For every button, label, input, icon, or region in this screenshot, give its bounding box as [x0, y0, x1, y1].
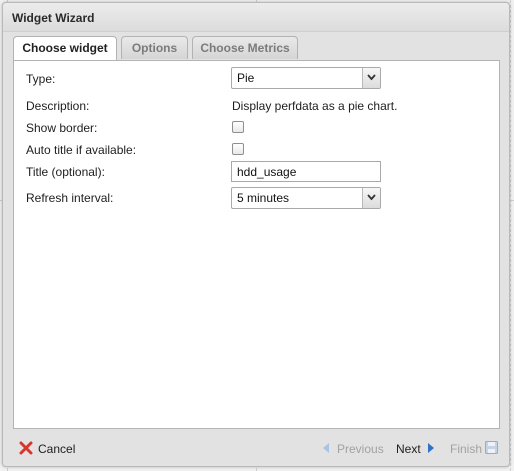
description-label: Description:: [26, 99, 90, 113]
dialog-footer: Cancel Previous Next Finish: [3, 431, 509, 466]
tab-options[interactable]: Options: [121, 36, 188, 59]
description-value: Display perfdata as a pie chart.: [232, 99, 398, 113]
widget-wizard-dialog: Widget Wizard Choose widget Options Choo…: [2, 2, 510, 467]
dialog-title: Widget Wizard: [12, 11, 95, 25]
cancel-label: Cancel: [38, 442, 76, 456]
next-button[interactable]: Next: [396, 440, 438, 458]
title-label: Title (optional):: [26, 165, 105, 179]
auto-title-label: Auto title if available:: [26, 143, 137, 157]
arrow-left-icon: [323, 443, 329, 453]
auto-title-checkbox[interactable]: [232, 143, 244, 155]
arrow-right-icon: [428, 443, 434, 453]
tab-choose-widget[interactable]: Choose widget: [13, 36, 117, 61]
previous-label: Previous: [337, 442, 384, 456]
finish-button[interactable]: Finish: [450, 440, 500, 458]
type-select[interactable]: Pie: [231, 67, 381, 89]
choose-widget-panel: Type: Pie Description: Display perfdata …: [13, 60, 500, 429]
cancel-button[interactable]: Cancel: [19, 440, 79, 458]
type-select-value: Pie: [237, 71, 255, 85]
title-input[interactable]: [231, 161, 381, 182]
previous-button[interactable]: Previous: [321, 440, 384, 458]
finish-label: Finish: [450, 442, 483, 456]
refresh-interval-label: Refresh interval:: [26, 191, 114, 205]
save-disk-icon: [485, 441, 498, 454]
tab-choose-metrics[interactable]: Choose Metrics: [192, 36, 298, 59]
close-icon: [19, 441, 33, 455]
background-grid-line: [510, 0, 511, 471]
type-label: Type:: [26, 72, 56, 86]
chevron-down-icon[interactable]: [362, 68, 380, 88]
show-border-label: Show border:: [26, 121, 98, 135]
refresh-interval-select[interactable]: 5 minutes: [231, 187, 381, 209]
tab-strip: Choose widget Options Choose Metrics: [13, 36, 499, 61]
refresh-interval-value: 5 minutes: [237, 191, 290, 205]
chevron-down-icon[interactable]: [362, 188, 380, 208]
dialog-titlebar[interactable]: Widget Wizard: [3, 3, 509, 32]
next-label: Next: [396, 442, 421, 456]
show-border-checkbox[interactable]: [232, 121, 244, 133]
